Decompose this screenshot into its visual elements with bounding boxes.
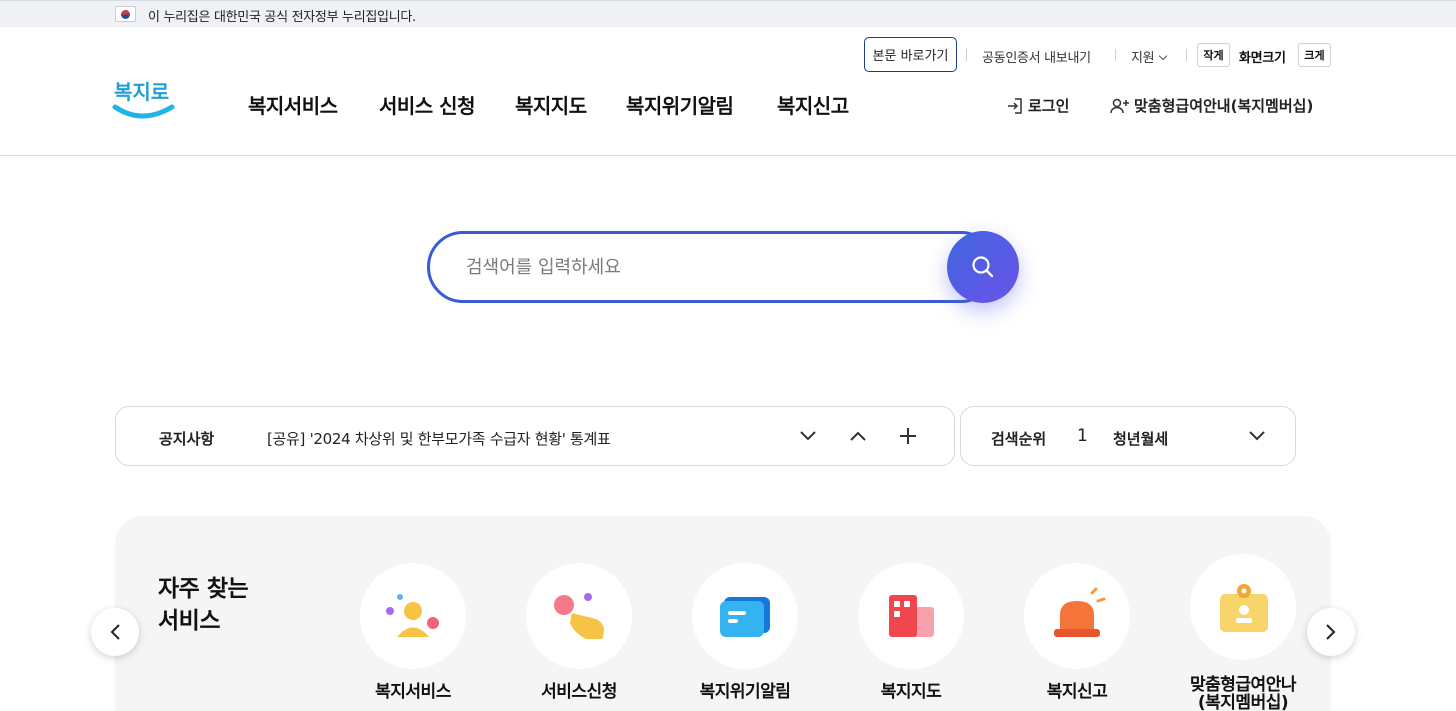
nav-welfare-service[interactable]: 복지서비스: [248, 90, 338, 119]
ranking-expand-button[interactable]: [1245, 424, 1269, 448]
ranking-label: 검색순위: [991, 430, 1047, 448]
user-plus-icon: [1110, 98, 1129, 113]
korea-flag-icon: [115, 6, 136, 22]
site-header: 본문 바로가기 공동인증서 내보내기 지원 작게 화면크기 크게 복지로 복지서…: [0, 27, 1456, 156]
ranking-keyword-link[interactable]: 청년월세: [1113, 428, 1168, 449]
service-label: 복지위기알림: [699, 682, 791, 702]
login-label: 로그인: [1028, 97, 1070, 115]
carousel-next-button[interactable]: [1307, 608, 1355, 656]
frequent-services-title: 자주 찾는 서비스: [158, 573, 249, 637]
notice-prev-button[interactable]: [846, 424, 870, 448]
membership-label: 맞춤형급여안내(복지멤버십): [1134, 97, 1314, 115]
id-card-icon: [1220, 584, 1268, 632]
tap-hand-icon: [554, 593, 604, 639]
notice-more-button[interactable]: [896, 424, 920, 448]
service-item-welfare[interactable]: 복지서비스: [359, 563, 467, 701]
title-line-2: 서비스: [158, 608, 220, 634]
message-icon: [720, 597, 770, 637]
divider: [966, 49, 967, 61]
search-ranking: 검색순위 1 청년월세: [960, 406, 1296, 466]
chevron-left-icon: [110, 624, 120, 640]
login-icon: [1008, 97, 1022, 114]
cert-export-link[interactable]: 공동인증서 내보내기: [982, 47, 1091, 66]
service-label: 복지지도: [880, 682, 942, 702]
service-item-report[interactable]: 복지신고: [1023, 563, 1131, 701]
skip-to-content-button[interactable]: 본문 바로가기: [864, 37, 957, 72]
search-input[interactable]: [466, 252, 926, 282]
font-small-button[interactable]: 작게: [1197, 43, 1230, 67]
service-icon-circle: [692, 563, 798, 669]
service-icon-circle: [858, 563, 964, 669]
search-box: [427, 231, 997, 303]
map-block-icon: [889, 595, 934, 637]
nav-service-apply[interactable]: 서비스 신청: [379, 90, 475, 119]
nav-crisis-alert[interactable]: 복지위기알림: [626, 90, 734, 119]
service-icon-circle: [526, 563, 632, 669]
chevron-right-icon: [1326, 624, 1336, 640]
gov-banner: 이 누리집은 대한민국 공식 전자정부 누리집입니다.: [0, 0, 1456, 27]
support-label: 지원: [1131, 51, 1155, 66]
nav-welfare-map[interactable]: 복지지도: [515, 90, 587, 119]
support-menu[interactable]: 지원: [1131, 47, 1168, 66]
gov-banner-text: 이 누리집은 대한민국 공식 전자정부 누리집입니다.: [148, 10, 416, 25]
chevron-down-icon: [800, 431, 816, 441]
notice-next-button[interactable]: [796, 424, 820, 448]
notice-item-link[interactable]: [공유] '2024 차상위 및 한부모가족 수급자 현황' 통계표: [267, 428, 611, 449]
membership-guide-link[interactable]: 맞춤형급여안내(복지멤버십): [1110, 95, 1313, 116]
service-icon-circle: [1024, 563, 1130, 669]
logo-mark: 복지로: [112, 81, 175, 119]
service-item-membership[interactable]: 맞춤형급여안나 (복지멤버십): [1189, 554, 1297, 711]
plus-icon: [900, 428, 916, 444]
search-button[interactable]: [947, 231, 1019, 303]
service-label: 복지신고: [1046, 682, 1108, 702]
notice-label: 공지사항: [159, 430, 215, 448]
service-item-map[interactable]: 복지지도: [857, 563, 965, 701]
logo-text: 복지로: [114, 81, 169, 104]
font-large-button[interactable]: 크게: [1298, 43, 1331, 67]
login-link[interactable]: 로그인: [1006, 95, 1069, 116]
ranking-number: 1: [1077, 426, 1088, 446]
service-icon-circle: [360, 563, 466, 669]
chevron-down-icon: [1159, 51, 1168, 61]
nav-welfare-report[interactable]: 복지신고: [777, 90, 849, 119]
person-icon: [386, 594, 439, 637]
chevron-up-icon: [850, 431, 866, 441]
siren-icon: [1054, 587, 1106, 637]
divider: [1186, 49, 1187, 61]
search-icon: [972, 256, 994, 278]
notice-bar: 공지사항 [공유] '2024 차상위 및 한부모가족 수급자 현황' 통계표: [115, 406, 955, 466]
title-line-1: 자주 찾는: [158, 576, 249, 602]
service-label: 서비스신청: [541, 682, 617, 702]
service-icon-circle: [1190, 554, 1296, 660]
bokjiro-logo[interactable]: 복지로: [112, 77, 176, 129]
service-label: 복지서비스: [375, 682, 451, 702]
chevron-down-icon: [1249, 431, 1265, 441]
screen-size-label: 화면크기: [1239, 51, 1286, 66]
divider: [1115, 49, 1116, 61]
service-item-crisis[interactable]: 복지위기알림: [691, 563, 799, 701]
service-item-apply[interactable]: 서비스신청: [525, 563, 633, 701]
carousel-prev-button[interactable]: [91, 608, 139, 656]
service-label: 맞춤형급여안나 (복지멤버십): [1190, 675, 1296, 711]
